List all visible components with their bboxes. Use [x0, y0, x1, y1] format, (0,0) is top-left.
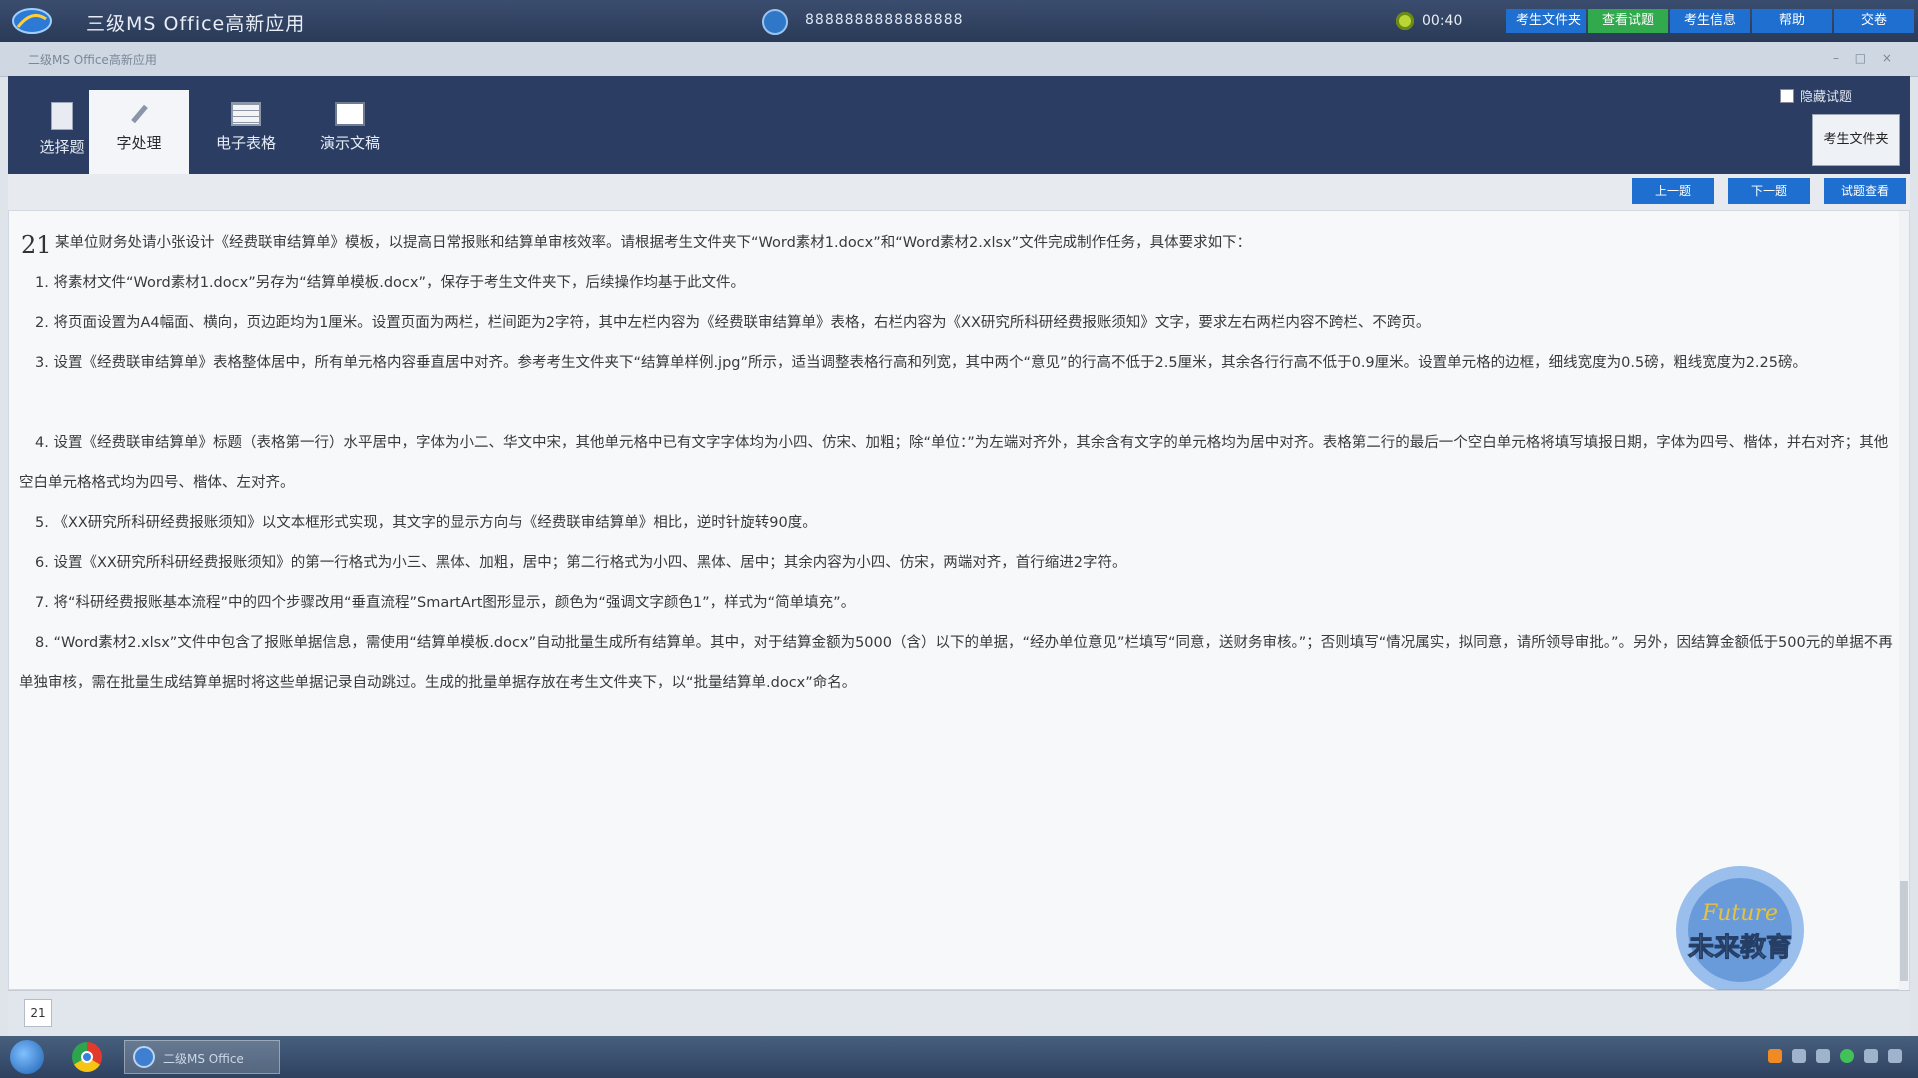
question-number: 21 — [21, 231, 52, 259]
question-item: 8. “Word素材2.xlsx”文件中包含了报账单据信息，需使用“结算单模板.… — [19, 635, 1893, 691]
tab-presentation[interactable]: 演示文稿 — [300, 90, 400, 174]
question-item: 6. 设置《XX研究所科研经费报账须知》的第一行格式为小三、黑体、加粗，居中；第… — [35, 555, 1127, 571]
security-shield-icon[interactable] — [1840, 1049, 1854, 1063]
window-controls[interactable]: – □ × — [1833, 51, 1898, 65]
checkbox-label: 隐藏试题 — [1799, 90, 1852, 105]
question-item: 5. 《XX研究所科研经费报账须知》以文本框形式实现，其文字的显示方向与《经费联… — [35, 515, 817, 531]
future-education-watermark-logo: Future 未来教育 — [1676, 866, 1804, 994]
volume-icon[interactable] — [1864, 1049, 1878, 1063]
exam-id: 8888888888888888 — [805, 12, 964, 28]
tab-label: 演示文稿 — [319, 134, 380, 152]
tab-label: 电子表格 — [215, 134, 276, 152]
tab-label: 选择题 — [39, 138, 85, 156]
document-icon — [51, 102, 73, 130]
scrollbar-thumb[interactable] — [1900, 881, 1908, 981]
question-nav-item[interactable]: 21 — [24, 999, 52, 1027]
question-item: 3. 设置《经费联审结算单》表格整体居中，所有单元格内容垂直居中对齐。参考考生文… — [35, 355, 1807, 371]
help-button[interactable]: 帮助 — [1752, 9, 1832, 33]
taskbar-app-exam[interactable]: 二级MS Office — [124, 1040, 280, 1074]
countdown-timer: 00:40 — [1422, 13, 1463, 29]
exam-app-icon — [133, 1046, 155, 1068]
spreadsheet-icon — [231, 102, 261, 126]
question-item: 1. 将素材文件“Word素材1.docx”另存为“结算单模板.docx”，保存… — [35, 275, 745, 291]
student-info-button[interactable]: 考生信息 — [1670, 9, 1750, 33]
top-button-group: 考生文件夹 查看试题 考生信息 帮助 交卷 — [1506, 9, 1914, 33]
question-intro: 某单位财务处请小张设计《经费联审结算单》模板，以提高日常报账和结算单审核效率。请… — [55, 235, 1252, 251]
watermark-line1: Future — [1701, 901, 1778, 926]
title-bar: 三级MS Office高新应用 8888888888888888 00:40 考… — [0, 0, 1918, 42]
question-type-ribbon: 选择题 字处理 电子表格 演示文稿 隐藏试题 考生文件夹 — [8, 76, 1910, 174]
view-question-button[interactable]: 查看试题 — [1588, 9, 1668, 33]
chrome-browser-icon[interactable] — [72, 1042, 102, 1072]
question-item: 7. 将“科研经费报账基本流程”中的四个步骤改用“垂直流程”SmartArt图形… — [35, 595, 856, 611]
tab-label: 字处理 — [116, 134, 162, 152]
action-strip: 上一题 下一题 试题查看 — [8, 174, 1910, 210]
open-folder-button[interactable]: 考生文件夹 — [1812, 114, 1900, 166]
notification-icon[interactable] — [1768, 1049, 1782, 1063]
keyboard-icon[interactable] — [1816, 1049, 1830, 1063]
question-content: 21 某单位财务处请小张设计《经费联审结算单》模板，以提高日常报账和结算单审核效… — [8, 210, 1910, 991]
watermark-line2: 未来教育 — [1688, 932, 1792, 963]
submit-button[interactable]: 交卷 — [1834, 9, 1914, 33]
subwindow-title: 二级MS Office高新应用 — [28, 53, 157, 67]
clock-tray-icon[interactable] — [1888, 1049, 1902, 1063]
prev-question-button[interactable]: 上一题 — [1632, 178, 1714, 204]
clock-icon — [1396, 12, 1414, 30]
network-icon[interactable] — [1792, 1049, 1806, 1063]
hide-question-toggle[interactable]: 隐藏试题 — [1779, 86, 1852, 105]
question-item: 4. 设置《经费联审结算单》标题（表格第一行）水平居中，字体为小二、华文中宋，其… — [19, 435, 1889, 491]
question-item: 2. 将页面设置为A4幅面、横向，页边距均为1厘米。设置页面为两栏，栏间距为2字… — [35, 315, 1431, 331]
taskbar-app-label: 二级MS Office — [163, 1052, 244, 1066]
view-question-button[interactable]: 试题查看 — [1824, 178, 1906, 204]
tab-word-processing[interactable]: 字处理 — [89, 90, 189, 174]
window-subbar: 二级MS Office高新应用 – □ × — [0, 42, 1918, 77]
app-title: 三级MS Office高新应用 — [86, 13, 306, 35]
student-folder-button[interactable]: 考生文件夹 — [1506, 9, 1586, 33]
start-button-icon[interactable] — [10, 1040, 44, 1074]
scrollbar[interactable] — [1899, 211, 1909, 991]
os-taskbar: 二级MS Office — [0, 1036, 1918, 1078]
tab-spreadsheet[interactable]: 电子表格 — [196, 90, 296, 174]
question-nav-bar: 21 — [8, 990, 1910, 1037]
presentation-icon — [335, 102, 365, 126]
app-logo-icon — [12, 8, 52, 34]
system-tray — [1768, 1049, 1902, 1063]
pen-icon — [127, 102, 151, 126]
next-question-button[interactable]: 下一题 — [1728, 178, 1810, 204]
user-avatar-icon — [762, 9, 788, 35]
checkbox[interactable] — [1779, 88, 1794, 103]
